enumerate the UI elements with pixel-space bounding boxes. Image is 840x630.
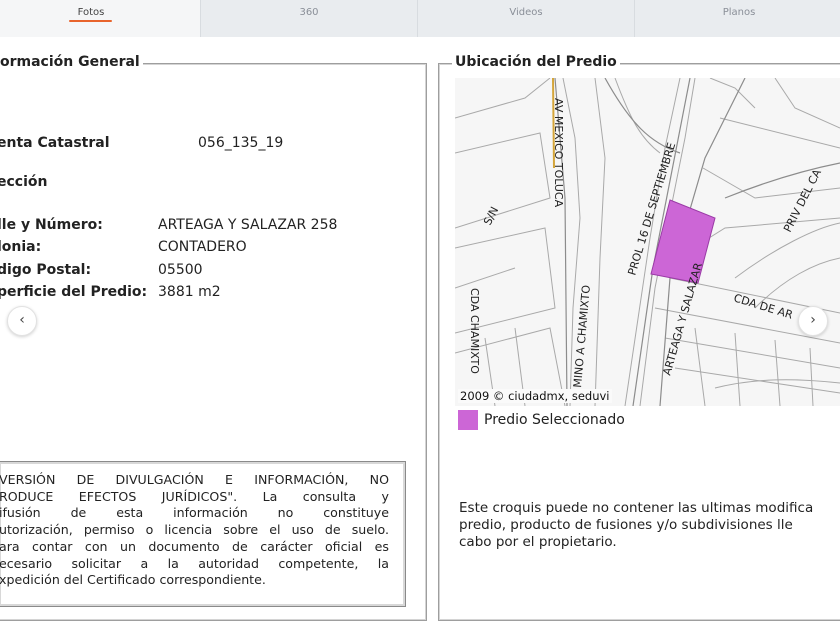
predio-legend-label: Predio Seleccionado — [484, 412, 625, 428]
tab-360[interactable]: 360 — [201, 0, 418, 37]
map-note: Este croquis puede no contener las ultim… — [459, 500, 840, 551]
direccion-heading-row: ección — [0, 174, 47, 190]
tab-fotos[interactable]: Fotos — [0, 0, 201, 37]
superficie-value: 3881 m2 — [158, 284, 221, 300]
codigo-postal-row: digo Postal: 05500 — [0, 262, 203, 278]
disclaimer-line: ecesario solicitar a la autoridad compet… — [0, 555, 389, 571]
disclaimer-line: ara contar con un documento de carácter … — [0, 538, 389, 554]
tab-fotos-label: Fotos — [77, 7, 105, 18]
disclaimer-line: RODUCE EFECTOS JURÍDICOS". La consulta y — [0, 488, 389, 504]
map-credit: 2009 © ciudadmx, seduvi — [458, 389, 612, 403]
informacion-general-title: ormación General — [0, 54, 143, 70]
codigo-postal-label: digo Postal: — [0, 262, 92, 278]
colonia-row: lonia: CONTADERO — [0, 239, 247, 255]
tab-videos[interactable]: Videos — [418, 0, 635, 37]
media-tab-bar: Fotos 360 Videos Planos — [0, 0, 840, 37]
colonia-value: CONTADERO — [158, 239, 247, 255]
map-label-av-mexico: AV MEXICO TOLUCA — [552, 98, 565, 208]
location-map[interactable]: AV MEXICO TOLUCA S/N PROL 16 DE SEPTIEMB… — [455, 78, 840, 406]
tab-planos[interactable]: Planos — [635, 0, 840, 37]
map-canvas: AV MEXICO TOLUCA S/N PROL 16 DE SEPTIEMB… — [455, 78, 840, 406]
map-note-line: cabo por el propietario. — [459, 534, 617, 550]
direccion-heading: ección — [0, 174, 48, 190]
cuenta-catastral-row: enta Catastral 056_135_19 — [0, 135, 283, 151]
colonia-label: lonia: — [0, 239, 42, 255]
disclaimer-line: xpedición del Certificado correspondient… — [0, 572, 266, 588]
calle-row: lle y Número: ARTEAGA Y SALAZAR 258 — [0, 217, 337, 233]
tab-planos-label: Planos — [722, 7, 756, 18]
chevron-right-icon: › — [810, 312, 816, 328]
superficie-label: perficie del Predio: — [0, 284, 148, 300]
disclaimer-line: ifusión de esta información no constituy… — [0, 505, 389, 521]
disclaimer-line: utorización, permiso o licencia sobre el… — [0, 522, 389, 538]
disclaimer-line: VERSIÓN DE DIVULGACIÓN E INFORMACIÓN, NO — [0, 472, 389, 487]
tab-videos-label: Videos — [509, 7, 543, 18]
ubicacion-predio-title: Ubicación del Predio — [452, 54, 620, 70]
disclaimer-text: VERSIÓN DE DIVULGACIÓN E INFORMACIÓN, NO… — [0, 472, 389, 589]
cuenta-catastral-value: 056_135_19 — [198, 135, 284, 151]
superficie-row: perficie del Predio: 3881 m2 — [0, 284, 221, 300]
disclaimer-box: VERSIÓN DE DIVULGACIÓN E INFORMACIÓN, NO… — [0, 461, 406, 607]
map-note-line: Este croquis puede no contener las ultim… — [459, 500, 814, 516]
chevron-left-icon: ‹ — [19, 312, 25, 328]
carousel-next-button[interactable]: › — [798, 306, 828, 336]
codigo-postal-value: 05500 — [158, 262, 203, 278]
calle-label: lle y Número: — [0, 217, 103, 233]
calle-value: ARTEAGA Y SALAZAR 258 — [158, 217, 338, 233]
predio-legend-swatch — [458, 410, 478, 430]
active-tab-underline — [69, 20, 112, 22]
map-note-line: predio, producto de fusiones y/o subdivi… — [459, 517, 793, 533]
tab-360-label: 360 — [299, 7, 319, 18]
map-label-cda-chamixto: CDA CHAMIXTO — [468, 288, 481, 374]
cuenta-catastral-label: enta Catastral — [0, 135, 110, 151]
carousel-prev-button[interactable]: ‹ — [7, 306, 37, 336]
